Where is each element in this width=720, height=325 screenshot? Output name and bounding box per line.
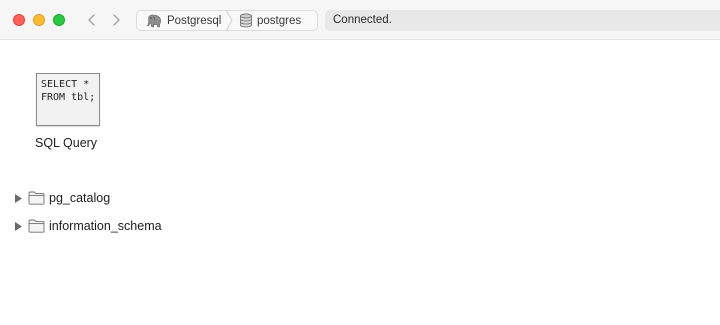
sql-query-label[interactable]: SQL Query (35, 136, 97, 150)
query-preview-line: SELECT * (41, 79, 90, 90)
toolbar: Postgresql postgres Connected. (0, 0, 720, 40)
query-preview-line: FROM tbl; (41, 92, 96, 103)
minimize-window-button[interactable] (33, 14, 45, 26)
breadcrumb-item-database[interactable]: postgres (233, 11, 301, 30)
zoom-window-button[interactable] (53, 14, 65, 26)
database-icon (239, 13, 253, 28)
close-window-button[interactable] (13, 14, 25, 26)
tree-item-label: pg_catalog (49, 191, 111, 205)
tree-item-information-schema[interactable]: information_schema (13, 217, 162, 235)
elephant-icon (145, 14, 163, 28)
folder-icon (28, 217, 45, 235)
disclosure-triangle-icon[interactable] (13, 217, 23, 235)
tree-item-pg-catalog[interactable]: pg_catalog (13, 189, 162, 207)
folder-icon (28, 189, 45, 207)
tree-item-label: information_schema (49, 219, 162, 233)
chevron-left-icon (88, 14, 95, 26)
breadcrumb-separator-icon (225, 11, 233, 30)
sql-query-tile[interactable]: SELECT * FROM tbl; (36, 73, 100, 126)
breadcrumb: Postgresql postgres (136, 10, 318, 31)
disclosure-triangle-icon[interactable] (13, 189, 23, 207)
schema-tree: pg_catalog information_schema (13, 189, 162, 245)
breadcrumb-item-server[interactable]: Postgresql (137, 11, 225, 30)
breadcrumb-label-server: Postgresql (167, 14, 222, 27)
breadcrumb-label-database: postgres (257, 14, 302, 27)
forward-button[interactable] (107, 11, 125, 29)
chevron-right-icon (113, 14, 120, 26)
status-field: Connected. (325, 10, 720, 31)
back-button[interactable] (83, 11, 101, 29)
app-window: Postgresql postgres Connected. SELECT * … (0, 0, 720, 325)
